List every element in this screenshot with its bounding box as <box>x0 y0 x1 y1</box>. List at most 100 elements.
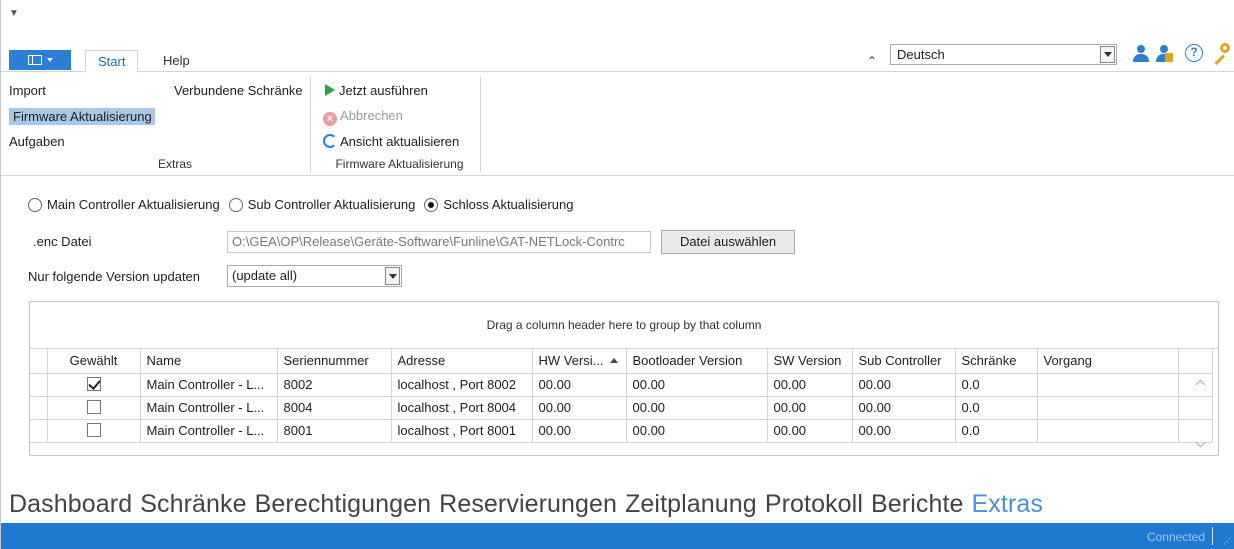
serial-cell: 8004 <box>277 396 392 420</box>
nav-cabinets[interactable]: Schränke <box>140 490 246 519</box>
enc-file-label: .enc Datei <box>33 234 92 249</box>
hw-version-cell: 00.00 <box>532 373 627 397</box>
table-row[interactable]: Main Controller - L... 8004 localhost , … <box>30 396 1213 420</box>
chevron-down-icon[interactable] <box>385 267 400 285</box>
key-icon[interactable] <box>1209 42 1231 66</box>
nav-extras[interactable]: Extras <box>972 490 1043 519</box>
app-menu-button[interactable] <box>9 50 71 70</box>
ribbon-group-extras: Import Verbundene Schränke Firmware Aktu… <box>9 77 311 173</box>
version-filter-value: (update all) <box>232 268 298 283</box>
group-label-firmware: Firmware Aktualisierung <box>335 157 464 171</box>
row-checkbox[interactable] <box>86 423 101 437</box>
row-indicator <box>30 373 48 397</box>
table-row[interactable]: Main Controller - L... 8001 localhost , … <box>30 419 1213 443</box>
update-type-radio-group: Main Controller Aktualisierung Sub Contr… <box>28 197 582 212</box>
serial-cell: 8002 <box>277 373 392 397</box>
hw-version-cell: 00.00 <box>532 419 627 443</box>
cabinets-cell: 0.0 <box>955 396 1038 420</box>
column-header-selected[interactable]: Gewählt <box>47 349 141 374</box>
hw-version-cell: 00.00 <box>532 396 627 420</box>
status-separator <box>1212 527 1213 545</box>
selected-cell[interactable] <box>47 396 141 420</box>
resize-grip-icon[interactable]: ⋰ <box>1223 537 1231 546</box>
serial-cell: 8001 <box>277 419 392 443</box>
column-header-address[interactable]: Adresse <box>391 349 533 374</box>
radio-lock[interactable]: Schloss Aktualisierung <box>424 197 573 212</box>
chevron-down-icon[interactable] <box>1100 46 1115 63</box>
radio-label: Sub Controller Aktualisierung <box>247 197 416 212</box>
sub-controller-cell: 00.00 <box>852 419 956 443</box>
chevron-down-icon <box>46 58 53 62</box>
user-settings-icon[interactable] <box>1155 42 1173 64</box>
radio-sub-controller[interactable]: Sub Controller Aktualisierung <box>228 197 416 212</box>
select-file-button[interactable]: Datei auswählen <box>661 230 795 254</box>
column-header-bootloader[interactable]: Bootloader Version <box>626 349 768 374</box>
column-header-name[interactable]: Name <box>140 349 278 374</box>
sort-ascending-icon <box>609 358 618 364</box>
radio-button[interactable] <box>424 197 439 212</box>
radio-label: Main Controller Aktualisierung <box>47 197 220 212</box>
column-header-process[interactable]: Vorgang <box>1037 349 1179 374</box>
process-cell <box>1037 419 1179 443</box>
nav-permissions[interactable]: Berechtigungen <box>255 490 432 519</box>
column-header-sw-version[interactable]: SW Version <box>767 349 853 374</box>
group-label-extras: Extras <box>157 157 192 171</box>
column-header-cabinets[interactable]: Schränke <box>955 349 1038 374</box>
help-icon[interactable]: ? <box>1185 44 1203 62</box>
sw-version-cell: 00.00 <box>767 373 853 397</box>
user-icon[interactable] <box>1132 42 1150 64</box>
play-icon <box>325 84 335 96</box>
nav-scheduling[interactable]: Zeitplanung <box>625 490 757 519</box>
import-button[interactable]: Import <box>9 83 46 98</box>
tab-help[interactable]: Help <box>151 50 202 73</box>
cancel-button: × Abbrechen <box>323 108 403 126</box>
quick-access-menu-icon[interactable]: ▼ <box>9 8 19 19</box>
radio-main-controller[interactable]: Main Controller Aktualisierung <box>28 197 220 212</box>
group-by-panel[interactable]: Drag a column header here to group by th… <box>30 302 1218 349</box>
language-select[interactable]: Deutsch <box>890 44 1117 65</box>
refresh-view-button[interactable]: Ansicht aktualisieren <box>323 134 459 149</box>
scroll-down-icon[interactable] <box>1195 437 1206 448</box>
bootloader-cell: 00.00 <box>626 419 768 443</box>
version-filter-label: Nur folgende Version updaten <box>28 269 201 284</box>
address-cell: localhost , Port 8002 <box>391 373 533 397</box>
refresh-icon <box>323 134 337 148</box>
nav-reports[interactable]: Berichte <box>871 490 964 519</box>
hw-version-header-label: HW Versi... <box>538 353 604 369</box>
tab-start[interactable]: Start <box>85 50 139 73</box>
language-value: Deutsch <box>897 47 945 62</box>
selected-cell[interactable] <box>47 373 141 397</box>
nav-dashboard[interactable]: Dashboard <box>9 490 132 519</box>
app-window: ▼ Start Help ⌃ Deutsch ? Import Verbunde… <box>0 0 1234 549</box>
tasks-button[interactable]: Aufgaben <box>9 134 65 149</box>
radio-button[interactable] <box>28 197 42 212</box>
scroll-up-icon[interactable] <box>1195 379 1206 390</box>
ribbon-body: Import Verbundene Schränke Firmware Aktu… <box>1 73 1234 176</box>
vertical-scrollbar[interactable] <box>1184 373 1218 455</box>
sub-controller-cell: 00.00 <box>852 373 956 397</box>
run-now-button[interactable]: Jetzt ausführen <box>325 83 428 98</box>
radio-button[interactable] <box>228 197 243 212</box>
column-header-hw-version[interactable]: HW Versi... <box>532 349 627 374</box>
status-bar: Connected ⋰ <box>1 523 1234 549</box>
column-header-sub-controller[interactable]: Sub Controller <box>852 349 956 374</box>
nav-log[interactable]: Protokoll <box>765 490 863 519</box>
selected-cell[interactable] <box>47 419 141 443</box>
table-row[interactable]: Main Controller - L... 8002 localhost , … <box>30 373 1213 397</box>
app-menu-icon <box>27 55 42 65</box>
address-cell: localhost , Port 8004 <box>391 396 533 420</box>
radio-label: Schloss Aktualisierung <box>443 197 574 212</box>
process-cell <box>1037 373 1179 397</box>
connected-cabinets-button[interactable]: Verbundene Schränke <box>174 83 303 98</box>
version-filter-select[interactable]: (update all) <box>227 265 402 287</box>
row-checkbox[interactable] <box>86 377 101 391</box>
row-checkbox[interactable] <box>86 400 101 414</box>
firmware-update-button[interactable]: Firmware Aktualisierung <box>9 108 155 125</box>
name-cell: Main Controller - L... <box>140 373 278 397</box>
collapse-ribbon-icon[interactable]: ⌃ <box>867 54 877 68</box>
nav-reservations[interactable]: Reservierungen <box>439 490 617 519</box>
row-indicator-header <box>30 349 48 374</box>
enc-file-path-input[interactable]: O:\GEA\OP\Release\Geräte-Software\Funlin… <box>227 231 651 253</box>
name-cell: Main Controller - L... <box>140 419 278 443</box>
column-header-serial[interactable]: Seriennummer <box>277 349 392 374</box>
